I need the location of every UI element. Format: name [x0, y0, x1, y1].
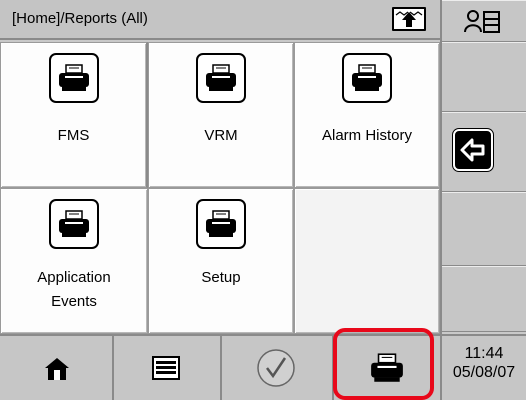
printer-icon — [49, 199, 99, 249]
tile-empty — [294, 188, 440, 334]
printer-icon — [371, 353, 403, 382]
clock-date: 05/08/07 — [452, 364, 516, 381]
printer-icon — [196, 53, 246, 103]
printer-icon — [342, 53, 392, 103]
sidebar-slot — [442, 42, 526, 112]
reports-screen: [Home]/Reports (All) FMS VRM Alarm Histo… — [0, 0, 526, 400]
sidebar-slot — [442, 192, 526, 266]
confirm-button[interactable] — [222, 336, 334, 400]
printer-icon — [48, 53, 99, 103]
right-sidebar: 11:44 05/08/07 — [442, 0, 526, 400]
arrow-up-icon — [395, 11, 423, 27]
clock: 11:44 05/08/07 — [442, 334, 526, 400]
user-list-icon — [464, 10, 500, 33]
tile-label: FMS — [57, 127, 90, 144]
reports-grid: FMS VRM Alarm History Application Events… — [0, 42, 440, 334]
tile-label-line-1: Application — [37, 269, 111, 286]
home-icon — [45, 358, 69, 380]
tile-label: Setup — [201, 269, 241, 286]
user-menu-button[interactable] — [442, 0, 526, 42]
bottom-toolbar — [0, 334, 440, 400]
page-title: [Home]/Reports (All) — [12, 10, 148, 27]
tile-setup[interactable]: Setup — [148, 188, 294, 334]
home-button[interactable] — [0, 336, 114, 400]
printer-icon — [196, 199, 246, 249]
check-icon — [257, 349, 295, 387]
list-button[interactable] — [114, 336, 222, 400]
back-button[interactable] — [442, 112, 526, 192]
tile-alarm-history[interactable]: Alarm History — [294, 42, 440, 188]
list-icon — [152, 356, 180, 380]
nav-up-button[interactable] — [392, 7, 426, 31]
tile-fms[interactable]: FMS — [0, 42, 148, 188]
tile-label-line-2: Events — [51, 293, 97, 310]
tile-application-events[interactable]: Application Events — [0, 188, 148, 334]
tile-label: VRM — [204, 127, 238, 144]
tile-label: Alarm History — [321, 127, 412, 144]
print-button[interactable] — [334, 336, 440, 400]
tile-vrm[interactable]: VRM — [148, 42, 294, 188]
sidebar-slot — [442, 266, 526, 332]
back-arrow-icon — [453, 129, 493, 171]
clock-time: 11:44 — [464, 345, 504, 362]
title-bar: [Home]/Reports (All) — [0, 0, 440, 40]
